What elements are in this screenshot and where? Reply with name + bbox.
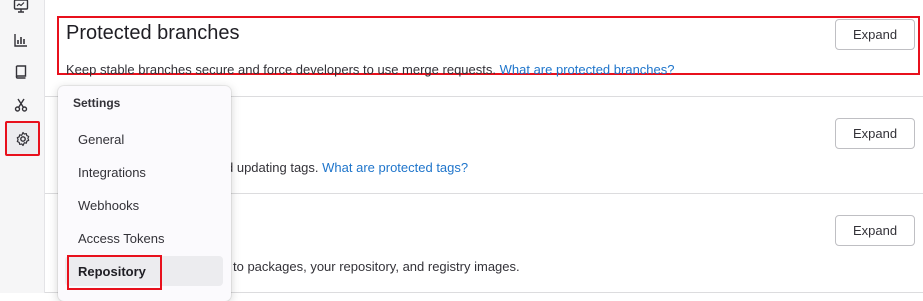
protected-tags-help-link[interactable]: What are protected tags? <box>322 160 468 175</box>
section-description-deploy-tokens: to packages, your repository, and regist… <box>233 259 520 274</box>
description-text: d updating tags. <box>226 160 319 175</box>
expand-button-protected-tags[interactable]: Expand <box>835 118 915 149</box>
book-icon[interactable] <box>8 59 34 85</box>
expand-button-protected-branches[interactable]: Expand <box>835 19 915 50</box>
protected-branches-help-link[interactable]: What are protected branches? <box>500 62 675 77</box>
flyout-header: Settings <box>73 96 121 110</box>
settings-flyout-menu: Settings General Integrations Webhooks A… <box>58 86 231 301</box>
scissors-icon[interactable] <box>8 92 34 118</box>
section-description-protected-branches: Keep stable branches secure and force de… <box>66 62 675 77</box>
expand-button-deploy-tokens[interactable]: Expand <box>835 215 915 246</box>
menu-item-integrations[interactable]: Integrations <box>65 157 223 187</box>
section-title-protected-branches: Protected branches <box>66 22 240 44</box>
section-description-protected-tags: d updating tags. What are protected tags… <box>226 160 468 175</box>
menu-item-repository[interactable]: Repository <box>65 256 223 286</box>
settings-icon[interactable] <box>5 121 40 156</box>
analytics-icon[interactable] <box>8 27 34 53</box>
left-sidebar <box>0 0 45 293</box>
monitor-icon[interactable] <box>8 0 34 19</box>
menu-item-general[interactable]: General <box>65 124 223 154</box>
description-text: Keep stable branches secure and force de… <box>66 62 496 77</box>
menu-item-webhooks[interactable]: Webhooks <box>65 190 223 220</box>
menu-item-access-tokens[interactable]: Access Tokens <box>65 223 223 253</box>
